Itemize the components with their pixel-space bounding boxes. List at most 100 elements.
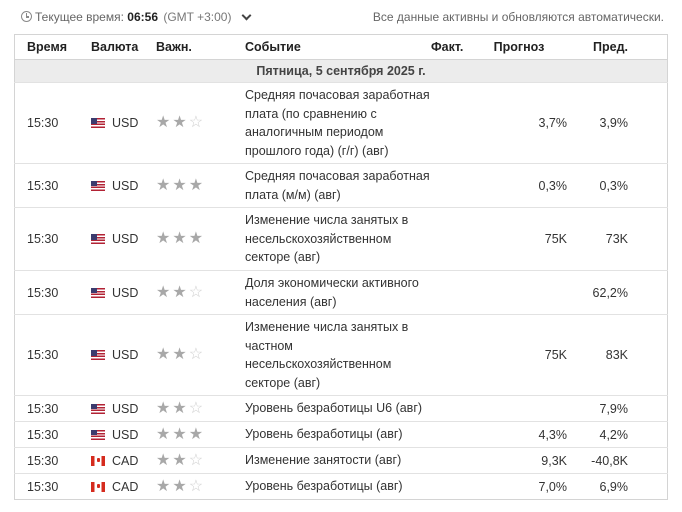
star-empty-icon: ☆ <box>188 114 206 131</box>
star-filled-icon: ★★ <box>156 399 189 417</box>
importance-stars: ★★★ <box>156 421 245 448</box>
importance-stars: ★★☆ <box>156 82 245 164</box>
table-row[interactable]: 15:30 USD ★★★ Изменение числа занятых в нес… <box>14 207 668 271</box>
currency-code: USD <box>112 348 139 362</box>
event-actual <box>431 473 471 500</box>
event-actual <box>431 270 471 315</box>
event-title[interactable]: Изменение числа занятых в несельскохозяй… <box>245 207 431 271</box>
event-currency: CAD <box>91 447 156 474</box>
event-title-text[interactable]: Уровень безработицы (авг) <box>245 422 431 447</box>
currency-code: CAD <box>112 479 139 494</box>
event-title[interactable]: Средняя почасовая заработная плата (м/м)… <box>245 163 431 208</box>
event-time: 15:30 <box>14 395 91 422</box>
event-actual <box>431 82 471 164</box>
table-row[interactable]: 15:30 CAD ★★☆ Уровень безработицы (авг) 7,0%… <box>14 473 668 500</box>
column-header-forecast[interactable]: Прогноз <box>471 34 569 60</box>
table-row[interactable]: 15:30 CAD ★★☆ Изменение занятости (авг) 9,3K… <box>14 447 668 474</box>
event-title-text[interactable]: Средняя почасовая заработная плата (по с… <box>245 83 431 163</box>
event-time: 15:30 <box>14 163 91 208</box>
canada-flag-icon <box>91 455 105 466</box>
auto-update-note: Все данные активны и обновляются автомат… <box>372 10 664 24</box>
us-flag-icon <box>91 118 105 128</box>
clock-icon <box>21 11 32 22</box>
currency-code: USD <box>112 401 139 416</box>
column-header-currency[interactable]: Валюта <box>91 34 156 60</box>
event-previous: 4,2% <box>569 421 668 448</box>
star-filled-icon: ★★★ <box>156 230 206 247</box>
table-row[interactable]: 15:30 USD ★★☆ Доля экономически активного н… <box>14 270 668 315</box>
event-previous: 83K <box>569 314 668 396</box>
table-row[interactable]: 15:30 USD ★★☆ Уровень безработицы U6 (авг) 7… <box>14 395 668 422</box>
column-header-previous[interactable]: Пред. <box>569 34 668 60</box>
star-empty-icon: ☆ <box>188 477 206 495</box>
currency-code: USD <box>112 285 139 300</box>
event-previous: 3,9% <box>569 82 668 164</box>
event-time: 15:30 <box>14 270 91 315</box>
importance-stars: ★★★ <box>156 207 245 271</box>
event-previous: 62,2% <box>569 270 668 315</box>
event-previous: 7,9% <box>569 395 668 422</box>
column-header-event[interactable]: Событие <box>245 34 431 60</box>
table-row[interactable]: 15:30 USD ★★☆ Средняя почасовая заработная … <box>14 82 668 164</box>
event-time: 15:30 <box>14 447 91 474</box>
event-title-text[interactable]: Доля экономически активного населения (а… <box>245 271 431 314</box>
event-forecast: 75K <box>471 314 569 396</box>
current-time-selector[interactable]: Текущее время: 06:56 (GMT +3:00) <box>35 10 252 24</box>
star-filled-icon: ★★★ <box>156 425 206 443</box>
importance-stars: ★★☆ <box>156 314 245 396</box>
table-row[interactable]: 15:30 USD ★★★ Уровень безработицы (авг) 4,3%… <box>14 421 668 448</box>
star-empty-icon: ☆ <box>188 451 206 469</box>
event-title[interactable]: Изменение занятости (авг) <box>245 447 431 474</box>
event-forecast <box>471 270 569 315</box>
column-header-importance[interactable]: Важн. <box>156 34 245 60</box>
event-forecast <box>471 395 569 422</box>
event-forecast: 0,3% <box>471 163 569 208</box>
canada-flag-icon <box>91 481 105 492</box>
event-title-text[interactable]: Уровень безработицы U6 (авг) <box>245 396 431 421</box>
star-empty-icon: ☆ <box>188 399 206 417</box>
event-title-text[interactable]: Изменение числа занятых в несельскохозяй… <box>245 208 431 270</box>
event-actual <box>431 163 471 208</box>
event-title[interactable]: Уровень безработицы (авг) <box>245 473 431 500</box>
event-actual <box>431 447 471 474</box>
chevron-down-icon[interactable] <box>241 10 252 21</box>
event-title-text[interactable]: Изменение занятости (авг) <box>245 448 431 473</box>
event-time: 15:30 <box>14 82 91 164</box>
top-bar: Текущее время: 06:56 (GMT +3:00) Все дан… <box>0 0 682 34</box>
event-title[interactable]: Уровень безработицы (авг) <box>245 421 431 448</box>
event-title[interactable]: Средняя почасовая заработная плата (по с… <box>245 82 431 164</box>
event-title-text[interactable]: Изменение числа занятых в частном несель… <box>245 315 431 395</box>
star-filled-icon: ★★ <box>156 346 189 363</box>
importance-stars: ★★☆ <box>156 395 245 422</box>
economic-calendar-table: Время Валюта Важн. Событие Факт. Прогноз… <box>14 34 668 500</box>
currency-code: USD <box>112 178 139 193</box>
event-actual <box>431 207 471 271</box>
event-previous: 73K <box>569 207 668 271</box>
event-title[interactable]: Уровень безработицы U6 (авг) <box>245 395 431 422</box>
event-forecast: 4,3% <box>471 421 569 448</box>
table-row[interactable]: 15:30 USD ★★★ Средняя почасовая заработная … <box>14 163 668 208</box>
currency-code: CAD <box>112 453 139 468</box>
event-currency: USD <box>91 395 156 422</box>
column-header-actual[interactable]: Факт. <box>431 34 471 60</box>
event-time: 15:30 <box>14 207 91 271</box>
event-title-text[interactable]: Средняя почасовая заработная плата (м/м)… <box>245 164 431 207</box>
us-flag-icon <box>91 350 105 360</box>
table-row[interactable]: 15:30 USD ★★☆ Изменение числа занятых в час… <box>14 314 668 396</box>
column-header-time[interactable]: Время <box>14 34 91 60</box>
currency-code: USD <box>112 116 139 130</box>
event-currency: USD <box>91 270 156 315</box>
currency-code: USD <box>112 232 139 246</box>
event-title[interactable]: Доля экономически активного населения (а… <box>245 270 431 315</box>
star-filled-icon: ★★ <box>156 451 189 469</box>
importance-stars: ★★☆ <box>156 447 245 474</box>
star-filled-icon: ★★★ <box>156 176 206 194</box>
event-currency: CAD <box>91 473 156 500</box>
event-title-text[interactable]: Уровень безработицы (авг) <box>245 474 431 499</box>
us-flag-icon <box>91 234 105 244</box>
event-actual <box>431 314 471 396</box>
timezone-label: (GMT +3:00) <box>163 10 232 24</box>
event-title[interactable]: Изменение числа занятых в частном несель… <box>245 314 431 396</box>
event-forecast: 75K <box>471 207 569 271</box>
star-filled-icon: ★★ <box>156 114 189 131</box>
